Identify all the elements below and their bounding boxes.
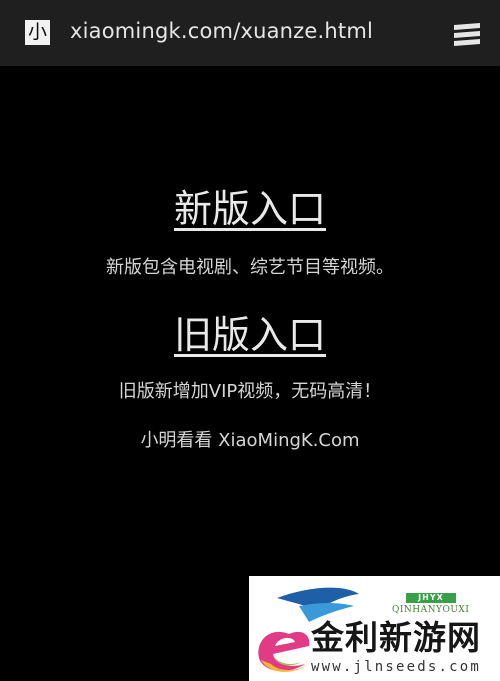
- menu-icon[interactable]: [450, 20, 484, 48]
- site-credit: 小明看看 XiaoMingK.Com: [140, 430, 360, 451]
- new-version-entry-link[interactable]: 新版入口: [0, 178, 500, 233]
- old-version-description: 旧版新增加VIP视频，无码高清！: [118, 381, 382, 402]
- watermark-badge: JHYX: [406, 593, 456, 603]
- watermark-logo: JHYX QINHANYOUXI 金利新游网 www.jlnseeds.com: [249, 576, 500, 681]
- browser-address-bar: 小 xiaomingk.com/xuanze.html: [0, 0, 500, 66]
- old-version-entry-link[interactable]: 旧版入口: [0, 304, 500, 359]
- new-version-description: 新版包含电视剧、综艺节目等视频。: [106, 257, 394, 278]
- site-favicon-icon: 小: [25, 20, 50, 45]
- url-text[interactable]: xiaomingk.com/xuanze.html: [70, 19, 373, 43]
- watermark-url: www.jlnseeds.com: [311, 659, 482, 675]
- watermark-name: 金利新游网: [311, 618, 481, 657]
